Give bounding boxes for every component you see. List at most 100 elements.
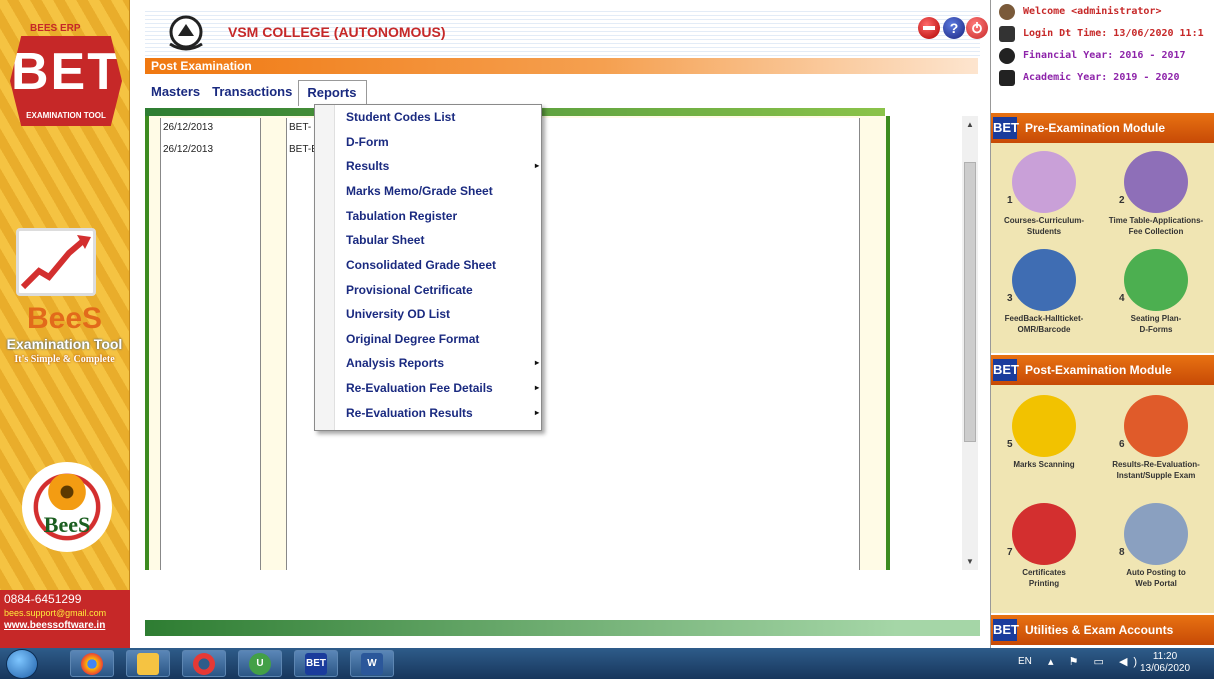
taskbar-word[interactable]: W (350, 650, 394, 677)
menu-item-label: Analysis Reports (346, 356, 445, 370)
module-number: 3 (1007, 293, 1013, 304)
scroll-thumb[interactable] (964, 162, 976, 442)
module-results[interactable]: 6 Results-Re-Evaluation- Instant/Supple … (1107, 395, 1205, 481)
menu-item-marks-memo[interactable]: Marks Memo/Grade Sheet (337, 179, 537, 203)
clock-date: 13/06/2020 (1139, 663, 1191, 674)
bet-badge-icon: BET (993, 619, 1019, 641)
globe-network-icon (1124, 503, 1188, 565)
module-courses[interactable]: 1 Courses-Curriculum- Students (995, 151, 1093, 237)
taskbar-file-explorer[interactable] (126, 650, 170, 677)
user-icon (999, 4, 1015, 20)
power-icon[interactable] (966, 17, 988, 39)
graduation-cap-icon (999, 70, 1015, 86)
menu-item-d-form[interactable]: D-Form (337, 130, 537, 154)
taskbar-bet-app[interactable]: BET (294, 650, 338, 677)
scroll-up-icon[interactable]: ▲ (962, 120, 978, 129)
menu-item-re-evaluation-results[interactable]: Re-Evaluation Results ▸ (337, 401, 539, 425)
menu-transactions[interactable]: Transactions (206, 80, 298, 104)
financial-year-line: Financial Year: 2016 - 2017 (991, 46, 1214, 68)
college-logo-icon (164, 14, 208, 52)
utilities-module-header[interactable]: BET Utilities & Exam Accounts (991, 615, 1214, 645)
menu-item-label: Consolidated Grade Sheet (346, 258, 497, 272)
module-marks-scanning[interactable]: 5 Marks Scanning (995, 395, 1093, 470)
bet-logo: BET EXAMINATION TOOL (10, 36, 122, 126)
login-line: Login Dt Time: 13/06/2020 11:1 (991, 24, 1214, 46)
module-number: 1 (1007, 195, 1013, 206)
start-button[interactable] (6, 649, 38, 679)
menu-item-analysis-reports[interactable]: Analysis Reports ▸ (337, 351, 539, 375)
welcome-text: Welcome <administrator> (1023, 6, 1162, 17)
menu-item-label: Provisional Cetrificate (346, 283, 473, 297)
seating-plan-icon (1124, 249, 1188, 311)
module-certificates[interactable]: 7 Certificates Printing (995, 503, 1093, 589)
bees-title: BeeS (26, 302, 103, 335)
menu-item-label: University OD List (346, 307, 451, 321)
taskbar-opera[interactable] (182, 650, 226, 677)
contact-box: 0884-6451299 bees.support@gmail.com www.… (0, 590, 130, 648)
taskbar: U BET W EN ▴ ⚑ ▭ ◀) 11:20 13/06/2020 (0, 648, 1214, 679)
scanner-icon (1012, 395, 1076, 457)
submenu-arrow-icon: ▸ (534, 358, 539, 367)
module-label: Marks Scanning (1013, 460, 1075, 469)
module-label: Time Table-Applications- Fee Collection (1108, 216, 1204, 236)
menubar: Masters Transactions Reports (145, 80, 368, 106)
right-panel: Welcome <administrator> Login Dt Time: 1… (990, 0, 1214, 648)
pre-exam-module-header[interactable]: BET Pre-Examination Module (991, 113, 1214, 143)
menu-masters[interactable]: Masters (145, 80, 206, 104)
menu-item-re-evaluation-fee-details[interactable]: Re-Evaluation Fee Details ▸ (337, 376, 539, 400)
menu-item-consolidated-grade-sheet[interactable]: Consolidated Grade Sheet (337, 253, 537, 277)
courses-icon (1012, 151, 1076, 213)
system-tray-icons[interactable]: ▴ ⚑ ▭ ◀) (1048, 655, 1143, 668)
module-label: Auto Posting to Web Portal (1126, 568, 1186, 588)
bees-tagline: It's Simple & Complete (14, 354, 115, 365)
menu-item-student-codes-list[interactable]: Student Codes List (337, 105, 537, 129)
module-label: Results-Re-Evaluation- Instant/Supple Ex… (1112, 460, 1200, 480)
module-time-table[interactable]: 2 Time Table-Applications- Fee Collectio… (1107, 151, 1205, 237)
post-exam-module-title: Post-Examination Module (1025, 363, 1172, 377)
taskbar-chrome[interactable] (70, 650, 114, 677)
scroll-down-icon[interactable]: ▼ (962, 557, 978, 566)
module-auto-posting[interactable]: 8 Auto Posting to Web Portal (1107, 503, 1205, 589)
menu-item-label: Original Degree Format (346, 332, 480, 346)
word-icon: W (361, 652, 383, 675)
contact-phone: 0884-6451299 (4, 592, 82, 606)
clock[interactable]: 11:20 13/06/2020 (1130, 651, 1200, 675)
calendar-icon (999, 26, 1015, 42)
bet-badge-icon: BET (993, 117, 1019, 139)
module-feedback-hallticket[interactable]: 3 FeedBack-Hallticket- OMR/Barcode (995, 249, 1093, 335)
menu-item-university-od-list[interactable]: University OD List (337, 302, 537, 326)
taskbar-utorrent[interactable]: U (238, 650, 282, 677)
menu-item-tabular-sheet[interactable]: Tabular Sheet (337, 228, 537, 252)
help-icon[interactable]: ? (943, 17, 965, 39)
menu-reports[interactable]: Reports (298, 80, 368, 106)
bet-logo-text: BET (11, 43, 121, 101)
bees-flower-logo: BeeS (22, 462, 112, 552)
menu-item-results[interactable]: Results ▸ (337, 154, 539, 178)
post-exam-module-header[interactable]: BET Post-Examination Module (991, 355, 1214, 385)
menu-item-tabulation-register[interactable]: Tabulation Register (337, 204, 537, 228)
menu-item-original-degree-format[interactable]: Original Degree Format (337, 327, 537, 351)
utilities-module-title: Utilities & Exam Accounts (1025, 623, 1174, 637)
pre-exam-module-title: Pre-Examination Module (1025, 121, 1166, 135)
module-seating-plan[interactable]: 4 Seating Plan- D-Forms (1107, 249, 1205, 335)
utorrent-icon: U (249, 652, 271, 675)
module-number: 2 (1119, 195, 1125, 206)
reports-dropdown-menu: Student Codes List D-Form Results ▸ Marks… (314, 104, 542, 431)
row-code: BET- (289, 122, 312, 133)
menu-item-provisional-certificate[interactable]: Provisional Cetrificate (337, 278, 537, 302)
file-explorer-icon (137, 652, 159, 675)
menu-item-label: Tabular Sheet (346, 233, 425, 247)
college-name: VSM COLLEGE (AUTONOMOUS) (228, 24, 446, 40)
menu-item-label: Tabulation Register (346, 209, 458, 223)
academic-year-line: Academic Year: 2019 - 2020 (991, 68, 1214, 90)
exit-icon[interactable] (918, 17, 940, 39)
opera-icon (193, 652, 215, 675)
vertical-scrollbar[interactable]: ▲ ▼ (962, 116, 978, 570)
contact-website-link[interactable]: www.beessoftware.in (4, 620, 126, 631)
time-table-icon (1124, 151, 1188, 213)
hallticket-icon (1012, 249, 1076, 311)
menu-item-label: Re-Evaluation Fee Details (346, 381, 493, 395)
module-number: 8 (1119, 547, 1125, 558)
contact-email[interactable]: bees.support@gmail.com (4, 608, 126, 618)
language-indicator[interactable]: EN (1018, 656, 1032, 667)
